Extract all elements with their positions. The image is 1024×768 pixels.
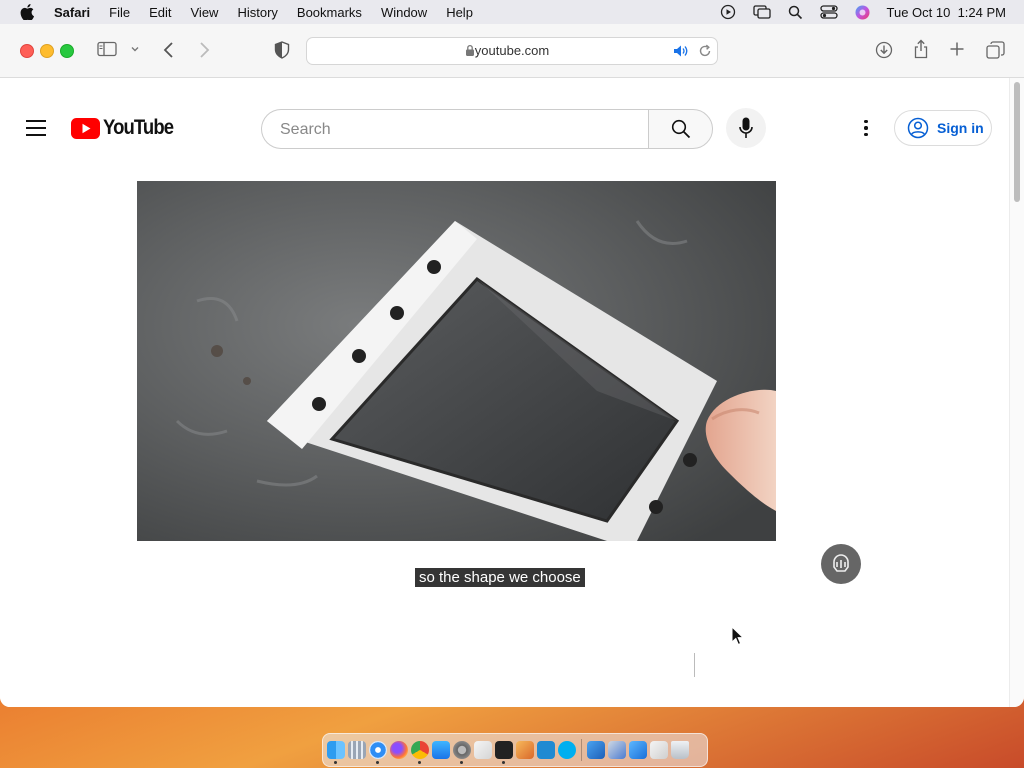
sidebar-toggle-icon[interactable] (97, 41, 117, 57)
search-button[interactable] (648, 109, 713, 149)
vscode-icon[interactable] (537, 741, 555, 759)
system-settings-icon[interactable] (453, 741, 471, 764)
extension-helmet-icon[interactable] (821, 544, 861, 584)
downloads-stack-icon[interactable] (587, 741, 605, 759)
instruments-icon[interactable] (516, 741, 534, 759)
youtube-play-logo-icon (71, 117, 100, 139)
apple-menu-icon[interactable] (20, 4, 34, 20)
terminal-icon[interactable] (495, 741, 513, 764)
youtube-logo[interactable]: YouTube (71, 116, 183, 140)
youtube-page: YouTube Sign in (0, 78, 1010, 707)
menu-app-safari[interactable]: Safari (54, 5, 90, 20)
menu-help[interactable]: Help (446, 5, 473, 20)
maximize-window-button[interactable] (60, 44, 74, 58)
menu-bookmarks[interactable]: Bookmarks (297, 5, 362, 20)
share-icon[interactable] (913, 39, 929, 59)
account-circle-icon (907, 117, 929, 139)
guide-menu-icon[interactable] (26, 120, 46, 136)
documents-stack-icon[interactable] (650, 741, 668, 759)
audio-playing-icon[interactable] (673, 44, 689, 58)
video-player[interactable] (137, 181, 776, 541)
forward-button-icon[interactable] (197, 41, 211, 59)
dock (322, 733, 708, 767)
menu-window[interactable]: Window (381, 5, 427, 20)
safari-window: youtube.com YouTube Search Sign in so th… (0, 24, 1024, 707)
close-window-button[interactable] (20, 44, 34, 58)
minimize-window-button[interactable] (40, 44, 54, 58)
more-options-icon[interactable] (856, 116, 876, 140)
page-scrollbar[interactable] (1009, 78, 1024, 707)
search-icon (671, 119, 690, 139)
text-caret (694, 653, 695, 677)
spotlight-search-icon[interactable] (788, 5, 803, 20)
search-box[interactable] (261, 109, 649, 149)
safari-icon[interactable] (369, 741, 387, 764)
sign-in-label: Sign in (937, 120, 984, 136)
voice-search-button[interactable] (726, 108, 766, 148)
tab-group-chevron-down-icon[interactable] (130, 44, 140, 54)
downloads-icon[interactable] (875, 41, 893, 59)
sign-in-button[interactable]: Sign in (894, 110, 992, 146)
menu-history[interactable]: History (237, 5, 277, 20)
textedit-icon[interactable] (474, 741, 492, 759)
control-center-icon[interactable] (819, 4, 838, 20)
microphone-icon (739, 117, 753, 138)
chrome-icon[interactable] (411, 741, 429, 764)
video-caption: so the shape we choose (415, 568, 585, 587)
screen-mirroring-icon[interactable] (752, 4, 771, 20)
menu-edit[interactable]: Edit (149, 5, 171, 20)
menu-view[interactable]: View (191, 5, 219, 20)
launchpad-icon[interactable] (348, 741, 366, 759)
browser-toolbar: youtube.com (0, 24, 1024, 78)
now-playing-icon[interactable] (720, 4, 736, 20)
video-frame-image (137, 181, 776, 541)
firefox-icon[interactable] (390, 741, 408, 759)
back-button-icon[interactable] (162, 41, 176, 59)
finder-icon[interactable] (327, 741, 345, 764)
xcode-icon[interactable] (629, 741, 647, 759)
address-url: youtube.com (474, 43, 550, 58)
siri-icon[interactable] (855, 5, 870, 20)
menubar-clock[interactable]: Tue Oct 10 1:24 PM (887, 5, 1006, 20)
new-tab-plus-icon[interactable] (949, 41, 965, 57)
dock-separator (581, 739, 582, 761)
mouse-pointer-icon (731, 626, 745, 646)
youtube-logo-text: YouTube (103, 116, 174, 139)
screenshots-stack-icon[interactable] (608, 741, 626, 759)
address-bar[interactable]: youtube.com (306, 37, 718, 65)
tab-overview-icon[interactable] (986, 41, 1005, 59)
privacy-shield-icon[interactable] (274, 41, 290, 59)
menu-bar: Safari File Edit View History Bookmarks … (0, 0, 1024, 24)
search-input[interactable] (278, 118, 632, 142)
trash-icon[interactable] (671, 741, 689, 759)
scrollbar-thumb[interactable] (1014, 82, 1020, 202)
skype-icon[interactable] (558, 741, 576, 759)
app-store-icon[interactable] (432, 741, 450, 759)
menu-file[interactable]: File (109, 5, 130, 20)
reload-icon[interactable] (698, 44, 712, 58)
